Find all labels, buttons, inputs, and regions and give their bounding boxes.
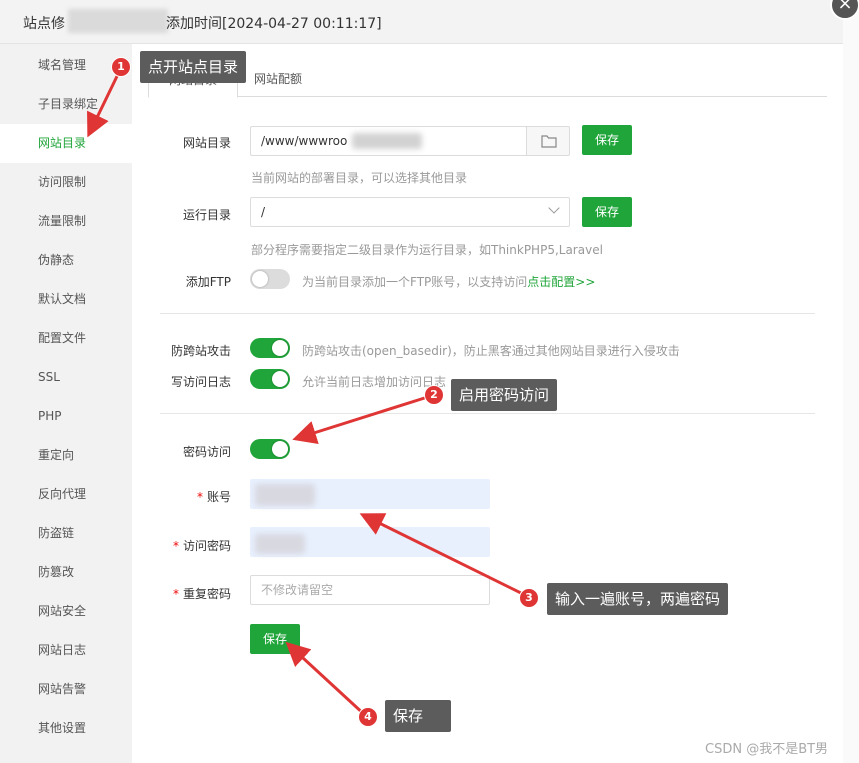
sidebar-item-ssl[interactable]: SSL [0, 358, 132, 397]
dialog-title-suffix: 添加时间[2024-04-27 00:11:17] [166, 16, 382, 32]
password-access-label: 密码访问 [182, 445, 231, 459]
cross-site-toggle[interactable] [250, 338, 290, 358]
sidebar-item-subdir[interactable]: 子目录绑定 [0, 85, 132, 124]
annotation-badge-2: 2 [424, 385, 444, 405]
site-dir-redaction [352, 133, 422, 149]
sidebar-item-logs[interactable]: 网站日志 [0, 631, 132, 670]
sidebar-item-config[interactable]: 配置文件 [0, 319, 132, 358]
sidebar: 域名管理 子目录绑定 网站目录 访问限制 流量限制 伪静态 默认文档 配置文件 … [0, 44, 132, 763]
account-label: * 账号 [196, 490, 231, 504]
repeat-password-label: * 重复密码 [172, 587, 231, 601]
password-label: * 访问密码 [172, 539, 231, 553]
ftp-hint: 为当前目录添加一个FTP账号，以支持访问点击配置>> [302, 273, 595, 290]
folder-icon [541, 135, 557, 148]
ftp-label: 添加FTP [185, 275, 231, 289]
annotation-badge-3: 3 [519, 588, 539, 608]
watermark: CSDN @我不是BT男 [705, 742, 829, 757]
account-redaction [255, 484, 315, 506]
dialog-edge [843, 0, 859, 763]
sidebar-item-reverse-proxy[interactable]: 反向代理 [0, 475, 132, 514]
annotation-badge-1: 1 [111, 57, 131, 77]
section-divider [160, 413, 815, 414]
arrow-4 [285, 641, 368, 718]
tab-site-quota[interactable]: 网站配额 [234, 62, 322, 97]
sidebar-item-php[interactable]: PHP [0, 397, 132, 436]
sidebar-item-hotlink[interactable]: 防盗链 [0, 514, 132, 553]
annotation-callout-4: 保存 [385, 700, 451, 732]
cross-site-hint: 防跨站攻击(open_basedir)，防止黑客通过其他网站目录进行入侵攻击 [302, 344, 680, 358]
sidebar-item-rewrite[interactable]: 伪静态 [0, 241, 132, 280]
sidebar-item-default-doc[interactable]: 默认文档 [0, 280, 132, 319]
ftp-toggle[interactable] [250, 269, 290, 289]
site-dir-hint: 当前网站的部署目录，可以选择其他目录 [251, 171, 468, 185]
access-log-toggle[interactable] [250, 369, 290, 389]
sidebar-item-site-dir[interactable]: 网站目录 [0, 124, 132, 163]
sidebar-item-access-limit[interactable]: 访问限制 [0, 163, 132, 202]
access-log-hint: 允许当前日志增加访问日志 [302, 375, 447, 389]
sidebar-item-redirect[interactable]: 重定向 [0, 436, 132, 475]
sidebar-item-security[interactable]: 网站安全 [0, 592, 132, 631]
close-icon: × [837, 0, 853, 14]
site-dir-save-button[interactable]: 保存 [582, 125, 632, 155]
access-log-label: 写访问日志 [170, 375, 231, 389]
dialog-titlebar: 站点修 添加时间[2024-04-27 00:11:17] [0, 0, 843, 44]
sidebar-item-traffic-limit[interactable]: 流量限制 [0, 202, 132, 241]
run-dir-select[interactable]: / [250, 197, 570, 227]
tab-bar: 网站目录 网站配额 [148, 62, 827, 98]
password-redaction [255, 534, 305, 554]
site-dir-label: 网站目录 [182, 136, 231, 150]
annotation-callout-2: 启用密码访问 [451, 379, 558, 411]
sidebar-item-tamper[interactable]: 防篡改 [0, 553, 132, 592]
ftp-hint-text: 为当前目录添加一个FTP账号，以支持访问 [302, 275, 528, 289]
folder-picker-button[interactable] [526, 126, 570, 156]
sidebar-item-other[interactable]: 其他设置 [0, 709, 132, 748]
repeat-password-input[interactable]: 不修改请留空 [250, 575, 490, 605]
dialog-title-prefix: 站点修 [23, 16, 65, 32]
ftp-config-link[interactable]: 点击配置>> [527, 275, 595, 289]
title-redaction [68, 9, 168, 33]
save-button[interactable]: 保存 [250, 624, 300, 654]
sidebar-item-alerts[interactable]: 网站告警 [0, 670, 132, 709]
annotation-callout-3: 输入一遍账号，两遍密码 [547, 583, 729, 615]
annotation-callout-1: 点开站点目录 [140, 51, 247, 83]
section-divider [160, 313, 815, 314]
run-dir-hint: 部分程序需要指定二级目录作为运行目录，如ThinkPHP5,Laravel [251, 243, 603, 257]
run-dir-save-button[interactable]: 保存 [582, 197, 632, 227]
run-dir-label: 运行目录 [182, 208, 231, 222]
annotation-badge-4: 4 [358, 707, 378, 727]
password-access-toggle[interactable] [250, 439, 290, 459]
cross-site-label: 防跨站攻击 [170, 344, 231, 358]
arrow-2 [292, 393, 435, 445]
